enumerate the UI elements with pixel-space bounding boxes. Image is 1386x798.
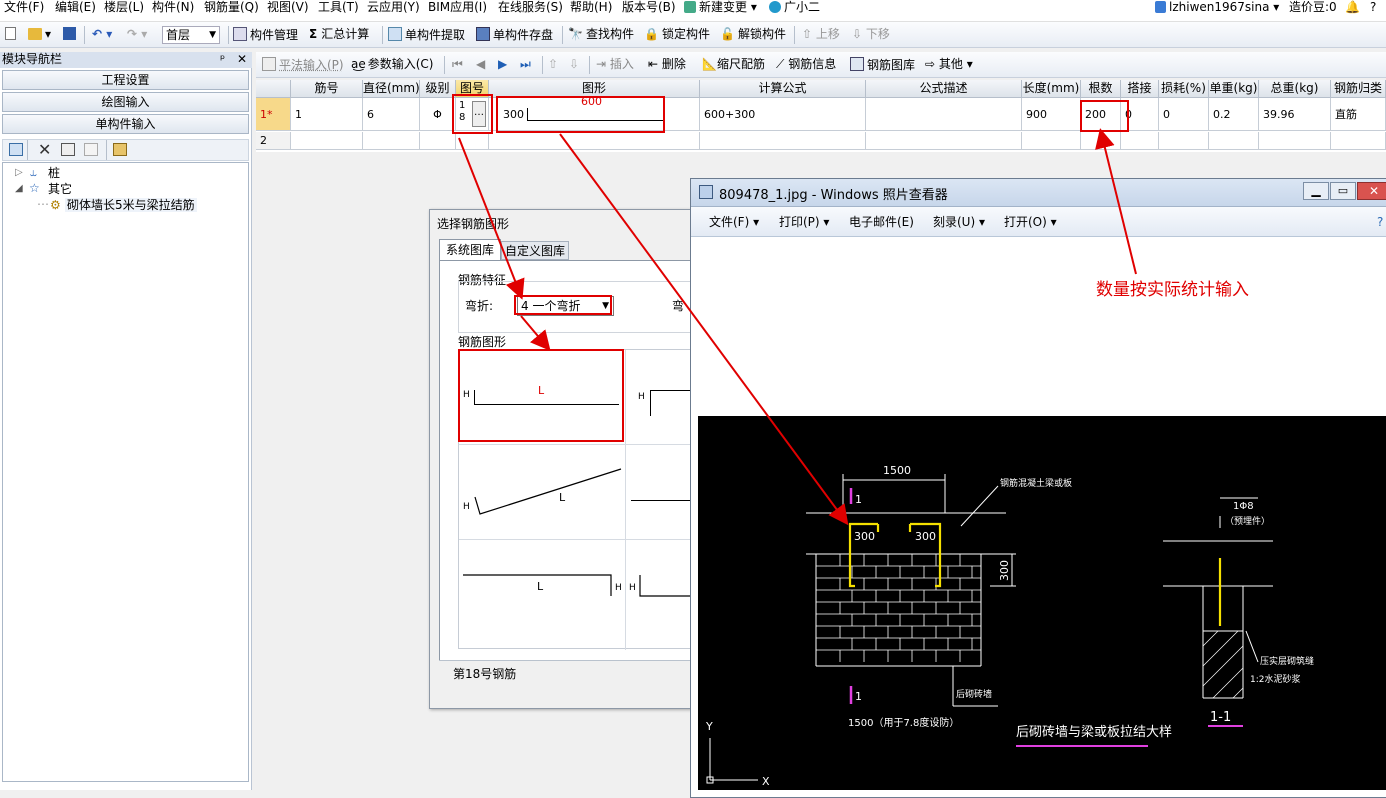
arrow-to-count <box>1095 128 1137 275</box>
annotation-text: 数量按实际统计输入 <box>1096 280 1249 300</box>
arrow-to-bend-select <box>458 137 525 300</box>
arrow-to-drawing <box>559 133 849 526</box>
arrow-to-shape <box>520 315 551 352</box>
annotation-arrows <box>458 128 1137 526</box>
